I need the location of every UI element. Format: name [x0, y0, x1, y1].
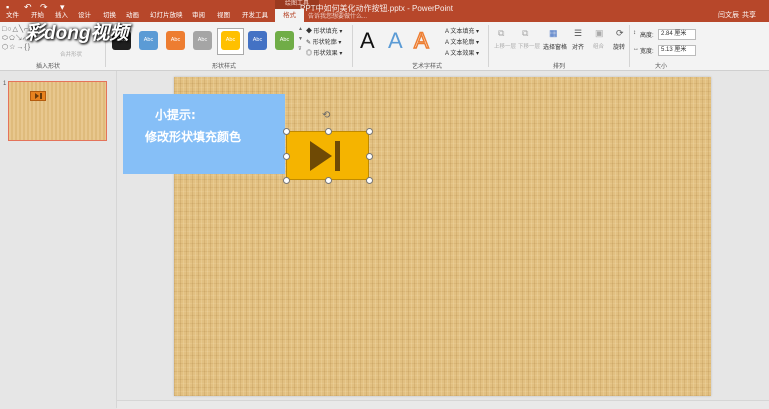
text-outline-button[interactable]: A 文本轮廓 ▾ — [445, 37, 479, 46]
width-label: 宽度: — [640, 49, 654, 55]
thumbnail-action-button — [30, 91, 46, 101]
width-input[interactable]: 5.13 厘米 — [658, 45, 696, 56]
width-icon: ↔ — [633, 46, 639, 52]
resize-handle[interactable] — [325, 177, 332, 184]
gallery-more-icon[interactable]: ⊽ — [298, 46, 302, 52]
group-label-insert-shapes: 插入形状 — [36, 64, 61, 70]
align-icon: ☰ — [574, 28, 583, 38]
align-button[interactable]: 对齐 — [572, 42, 584, 51]
wordart-style-blue[interactable]: A — [388, 28, 403, 54]
send-backward-icon: ⧉ — [522, 28, 529, 38]
gallery-scroll-down-icon[interactable]: ▼ — [298, 36, 303, 42]
tab-file[interactable]: 文件 — [6, 9, 19, 22]
send-backward-button[interactable]: 下移一层 — [518, 42, 540, 50]
shape-style-blue[interactable]: Abc — [139, 31, 158, 50]
resize-handle[interactable] — [283, 153, 290, 160]
tab-view[interactable]: 视图 — [217, 9, 230, 22]
divider — [488, 25, 489, 67]
shape-style-dark-blue[interactable]: Abc — [248, 31, 267, 50]
shape-style-gray[interactable]: Abc — [193, 31, 212, 50]
effects-icon: ◎ — [306, 51, 314, 57]
style-swatch-label: Abc — [170, 37, 181, 43]
tip-body: 修改形状填充颜色 — [145, 130, 242, 144]
end-bar-icon — [335, 141, 340, 171]
shape-outline-label: 形状轮廓 — [312, 40, 337, 46]
text-fill-label: 文本填充 — [450, 29, 475, 35]
slide-number: 1 — [3, 81, 7, 87]
action-button-end[interactable] — [286, 131, 369, 180]
resize-handle[interactable] — [283, 177, 290, 184]
user-name[interactable]: 闫文辰 — [718, 10, 739, 20]
group-label-arrange: 排列 — [553, 64, 566, 70]
style-swatch-label: Abc — [143, 37, 154, 43]
tab-slideshow[interactable]: 幻灯片放映 — [150, 9, 183, 22]
rotate-handle-icon[interactable]: ⟲ — [322, 110, 330, 121]
tip-title: 小提示: — [155, 108, 196, 122]
group-label-size: 大小 — [655, 64, 668, 70]
resize-handle[interactable] — [366, 153, 373, 160]
wordart-style-orange-outline[interactable]: A — [413, 27, 429, 54]
play-icon — [35, 93, 39, 99]
gallery-scroll-up-icon[interactable]: ▲ — [298, 26, 303, 32]
resize-handle[interactable] — [366, 177, 373, 184]
bring-forward-button[interactable]: 上移一层 — [494, 42, 516, 50]
tell-me-search[interactable]: 告诉我您想要做什么... — [308, 11, 367, 20]
shape-outline-button[interactable]: ✎ 形状轮廓 ▾ — [306, 37, 341, 46]
divider — [629, 25, 630, 67]
paint-bucket-icon: ◆ — [306, 29, 314, 35]
style-swatch-label: Abc — [252, 37, 263, 43]
tip-box[interactable]: 小提示: 修改形状填充颜色 — [123, 94, 285, 174]
shape-effects-label: 形状效果 — [313, 51, 338, 57]
pen-icon: ✎ — [306, 40, 313, 46]
group-icon: ▣ — [595, 28, 604, 38]
shape-fill-label: 形状填充 — [313, 29, 338, 35]
tab-format[interactable]: 格式 — [275, 9, 304, 22]
play-triangle-icon — [310, 141, 332, 171]
rotate-icon: ⟳ — [616, 28, 624, 38]
shape-effects-button[interactable]: ◎ 形状效果 ▾ — [306, 48, 342, 57]
text-outline-label: 文本轮廓 — [450, 40, 475, 46]
text-effects-button[interactable]: A 文本效果 ▾ — [445, 48, 479, 57]
style-swatch-label: Abc — [279, 37, 290, 43]
divider — [352, 25, 353, 67]
text-fill-button[interactable]: A 文本填充 ▾ — [445, 26, 479, 35]
height-icon: ↕ — [633, 30, 636, 36]
selection-pane-icon: ▦ — [549, 28, 558, 38]
shape-style-green[interactable]: Abc — [275, 31, 294, 50]
group-label-wordart-styles: 艺术字样式 — [412, 64, 443, 70]
height-input[interactable]: 2.84 厘米 — [658, 29, 696, 40]
group-label-shape-styles: 形状样式 — [212, 64, 237, 70]
height-label: 高度: — [640, 33, 654, 39]
text-effects-label: 文本效果 — [450, 51, 475, 57]
shape-style-gold[interactable]: Abc — [221, 31, 240, 50]
selection-pane-button[interactable]: 选择窗格 — [543, 42, 567, 51]
tab-review[interactable]: 审阅 — [192, 9, 205, 22]
bring-forward-icon: ⧉ — [498, 28, 505, 38]
watermark-logo: 彩dong视频 — [25, 23, 129, 44]
tab-developer[interactable]: 开发工具 — [242, 9, 268, 22]
wordart-style-black[interactable]: A — [360, 28, 375, 54]
merge-shapes-button[interactable]: 合并形状 — [60, 50, 82, 58]
resize-handle[interactable] — [283, 128, 290, 135]
resize-handle[interactable] — [366, 128, 373, 135]
shape-fill-button[interactable]: ◆ 形状填充 ▾ — [306, 26, 342, 35]
rotate-button[interactable]: 旋转 — [613, 42, 625, 51]
group-button[interactable]: 组合 — [593, 42, 604, 50]
shape-style-orange[interactable]: Abc — [166, 31, 185, 50]
slide-thumbnail[interactable] — [8, 81, 107, 141]
style-swatch-label: Abc — [225, 37, 236, 43]
style-swatch-label: Abc — [197, 37, 208, 43]
end-bar-icon — [40, 93, 42, 99]
share-button[interactable]: 共享 — [742, 10, 756, 20]
slides-pane: 1 — [0, 71, 117, 408]
resize-handle[interactable] — [325, 128, 332, 135]
